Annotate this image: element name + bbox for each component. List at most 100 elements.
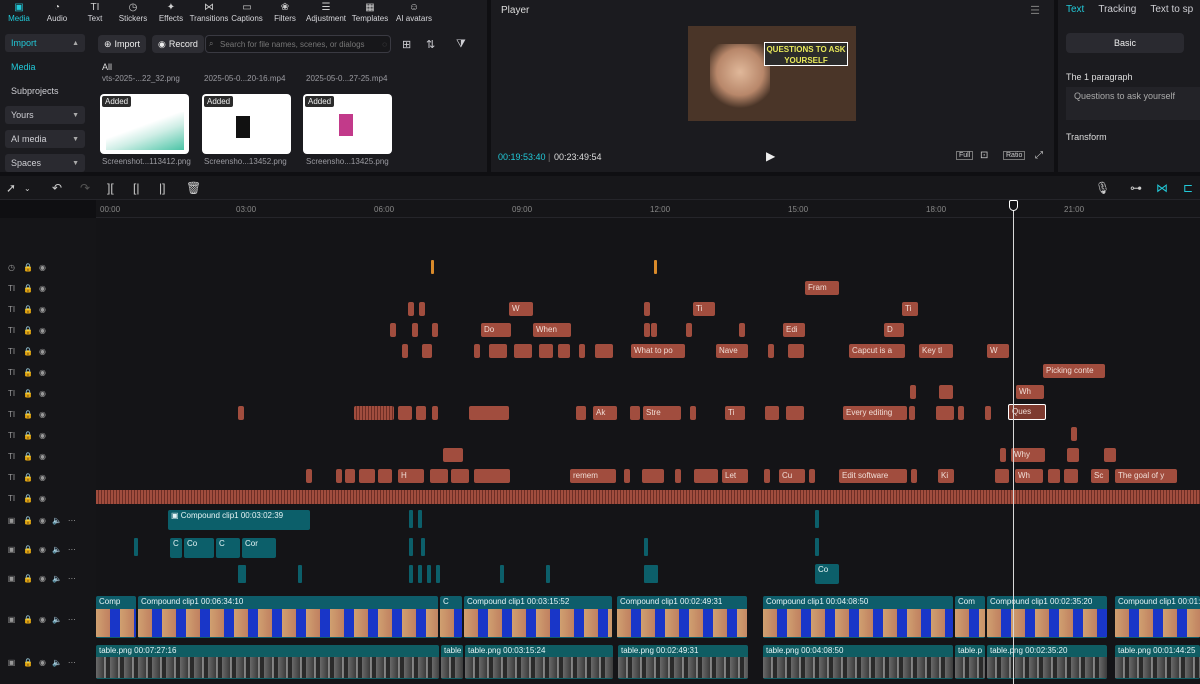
text-clip[interactable]: Every editing: [843, 406, 907, 420]
eye-icon[interactable]: ◉: [39, 615, 46, 624]
more-icon[interactable]: ⋯: [68, 574, 76, 583]
main-compound-clip[interactable]: Compound clip1 00:06:34:10: [138, 596, 438, 638]
eye-icon[interactable]: ◉: [39, 658, 46, 667]
text-clip[interactable]: remem: [570, 469, 616, 483]
text-clip[interactable]: D: [884, 323, 904, 337]
full-button[interactable]: Full: [956, 151, 974, 160]
text-clip[interactable]: [579, 344, 585, 358]
eye-icon[interactable]: ◉: [39, 516, 46, 525]
record-button[interactable]: ◉ Record: [152, 35, 204, 53]
text-clip[interactable]: Fram: [805, 281, 839, 295]
text-clip[interactable]: [910, 385, 916, 399]
filter-icon[interactable]: ⧩: [456, 38, 466, 51]
lock-icon[interactable]: 🔒: [23, 368, 33, 377]
video-clip[interactable]: [418, 510, 422, 528]
text-clip[interactable]: [1000, 448, 1006, 462]
main-compound-clip[interactable]: Compound clip1 00:02:49:31: [617, 596, 747, 638]
lock-icon[interactable]: 🔒: [23, 545, 33, 554]
table-clip[interactable]: table.p: [955, 645, 985, 679]
table-clip[interactable]: table.png 00:07:27:16: [96, 645, 439, 679]
tool-templates[interactable]: ▦ Templates: [348, 0, 392, 26]
eye-icon[interactable]: ◉: [39, 574, 46, 583]
main-compound-clip[interactable]: Com: [955, 596, 985, 638]
main-compound-clip[interactable]: Compound clip1 00:01:44:25: [1115, 596, 1200, 638]
dense-text-track[interactable]: [96, 490, 1200, 504]
lock-icon[interactable]: 🔒: [23, 263, 33, 272]
preview-caption[interactable]: QUESTIONS TO ASK YOURSELF: [764, 42, 848, 66]
table-clip[interactable]: table.png 00:01:44:25: [1115, 645, 1200, 679]
video-clip[interactable]: [546, 565, 550, 583]
focus-icon[interactable]: ⊡: [980, 150, 988, 161]
text-clip[interactable]: [345, 469, 355, 483]
table-clip[interactable]: table: [441, 645, 463, 679]
text-clip[interactable]: Ti: [693, 302, 715, 316]
text-clip[interactable]: Why: [1011, 448, 1045, 462]
media-thumb[interactable]: Added: [202, 94, 291, 154]
fullscreen-icon[interactable]: ⤢: [1035, 150, 1043, 161]
text-clip[interactable]: Ki: [938, 469, 954, 483]
text-clip[interactable]: The goal of y: [1115, 469, 1177, 483]
text-clip[interactable]: W: [987, 344, 1009, 358]
link-icon[interactable]: ⊶: [1130, 181, 1142, 195]
table-clip[interactable]: table.png 00:02:35:20: [987, 645, 1107, 679]
tool-transitions[interactable]: ⋈ Transitions: [190, 0, 229, 26]
lock-icon[interactable]: 🔒: [23, 658, 33, 667]
compound-clip[interactable]: Co: [184, 538, 214, 558]
text-clip[interactable]: [408, 302, 414, 316]
main-compound-clip[interactable]: Comp: [96, 596, 136, 638]
transform-section[interactable]: Transform: [1066, 132, 1107, 142]
text-clip[interactable]: [469, 406, 509, 420]
table-clip[interactable]: table.png 00:02:49:31: [618, 645, 748, 679]
text-clip[interactable]: [985, 406, 991, 420]
split-right-icon[interactable]: |]: [159, 181, 165, 195]
audio-icon[interactable]: 🔈: [52, 658, 62, 667]
text-clip[interactable]: [378, 469, 392, 483]
text-clip[interactable]: [422, 344, 432, 358]
sticker-clip[interactable]: [654, 260, 657, 274]
text-clip[interactable]: [416, 406, 426, 420]
text-clip[interactable]: [451, 469, 469, 483]
text-clip[interactable]: [558, 344, 570, 358]
lock-icon[interactable]: 🔒: [23, 326, 33, 335]
text-clip[interactable]: [432, 323, 438, 337]
tool-media[interactable]: ▣ Media: [0, 0, 38, 26]
lock-icon[interactable]: 🔒: [23, 516, 33, 525]
clear-icon[interactable]: ◌: [382, 40, 387, 49]
compound-clip[interactable]: Cor: [242, 538, 276, 558]
eye-icon[interactable]: ◉: [39, 263, 46, 272]
nav-media[interactable]: Media: [5, 58, 85, 76]
text-clip[interactable]: [1067, 448, 1079, 462]
tab-tracking[interactable]: Tracking: [1098, 4, 1136, 15]
text-clip[interactable]: [809, 469, 815, 483]
nav-import[interactable]: Import ▲: [5, 34, 85, 52]
import-button[interactable]: ⊕ Import: [98, 35, 147, 53]
text-clip[interactable]: [644, 323, 650, 337]
video-clip[interactable]: [436, 565, 440, 583]
search-input[interactable]: ⌕ Search for file names, scenes, or dialo…: [205, 35, 391, 53]
eye-icon[interactable]: ◉: [39, 389, 46, 398]
sort-icon[interactable]: ⇅: [426, 38, 435, 51]
text-clip[interactable]: [909, 406, 915, 420]
split-left-icon[interactable]: [|: [133, 181, 139, 195]
video-clip[interactable]: [427, 565, 431, 583]
text-clip[interactable]: [412, 323, 418, 337]
main-compound-clip[interactable]: Compound clip1 00:03:15:52: [464, 596, 612, 638]
text-clip[interactable]: Key tl: [919, 344, 953, 358]
eye-icon[interactable]: ◉: [39, 473, 46, 482]
more-icon[interactable]: ⋯: [68, 516, 76, 525]
text-clip[interactable]: When: [533, 323, 571, 337]
text-clip[interactable]: [398, 406, 412, 420]
text-clip[interactable]: [238, 406, 244, 420]
text-clip[interactable]: [624, 469, 630, 483]
tool-effects[interactable]: ✦ Effects: [152, 0, 190, 26]
text-clip[interactable]: [336, 469, 342, 483]
chevron-down-icon[interactable]: ⌄: [24, 184, 31, 193]
filter-all[interactable]: All: [102, 62, 112, 72]
text-clip[interactable]: What to po: [631, 344, 685, 358]
text-clip[interactable]: [489, 344, 507, 358]
text-clip[interactable]: Edi: [783, 323, 805, 337]
tab-text-to-speech[interactable]: Text to sp: [1150, 4, 1193, 15]
text-clip[interactable]: Wh: [1016, 385, 1044, 399]
text-clip[interactable]: [474, 469, 510, 483]
text-clip[interactable]: [651, 323, 657, 337]
